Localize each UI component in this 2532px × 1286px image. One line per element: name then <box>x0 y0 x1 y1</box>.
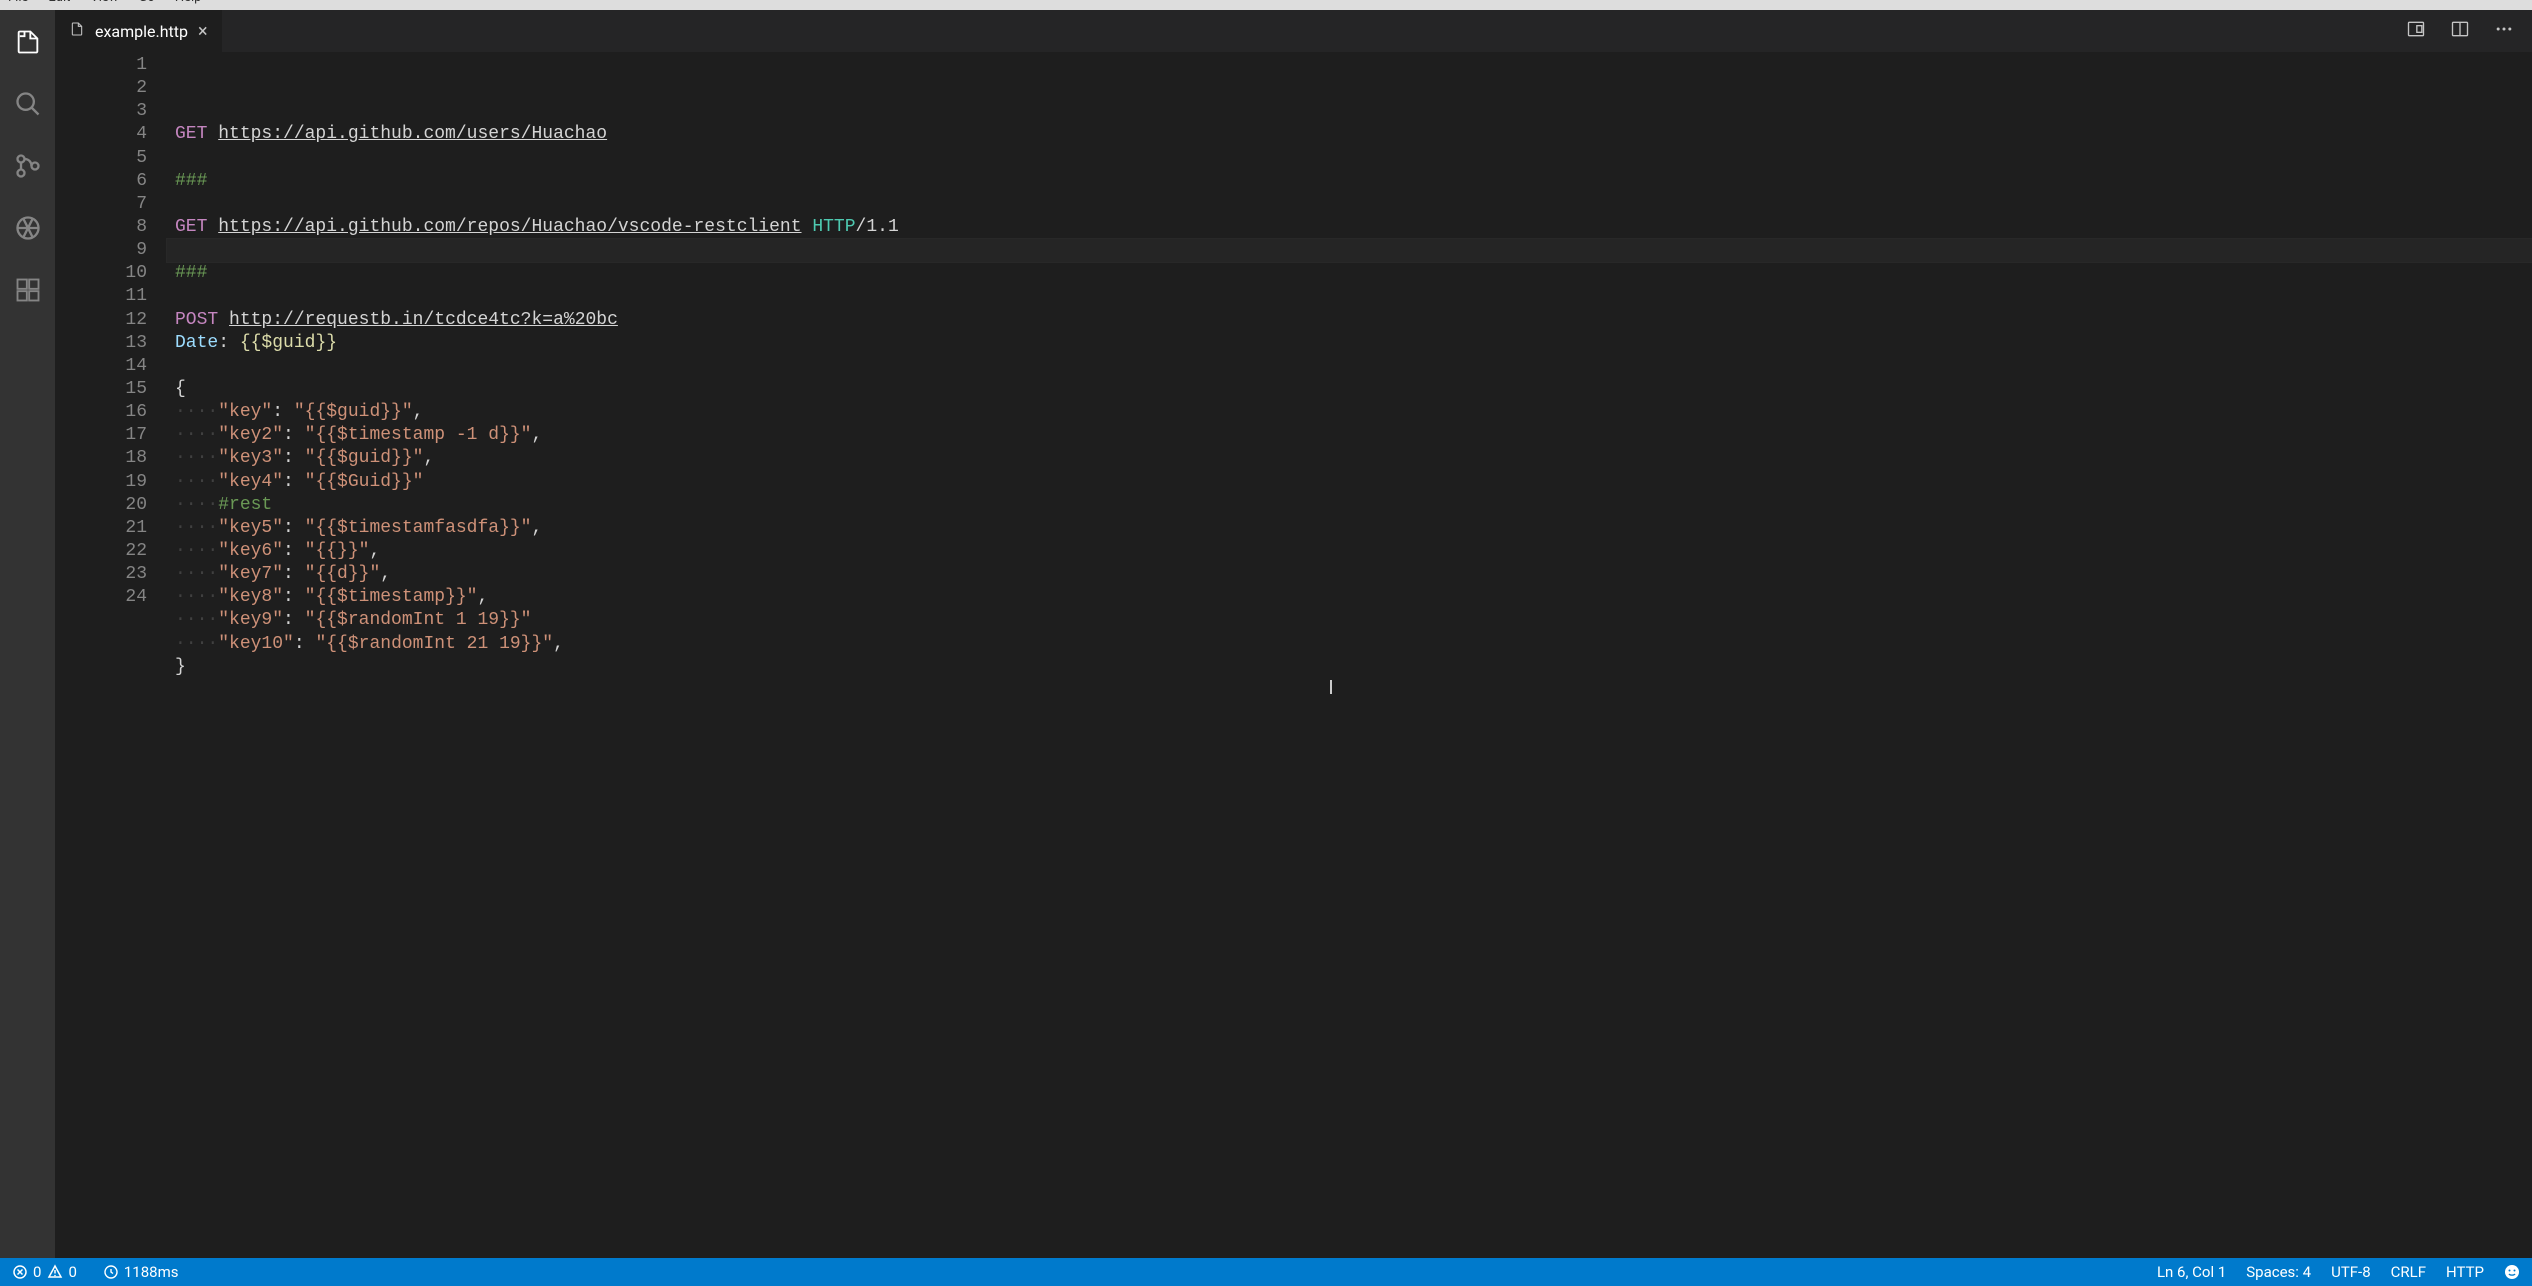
code-line[interactable]: ····"key5": "{{$timestamfasdfa}}", <box>175 517 2532 540</box>
status-language[interactable]: HTTP <box>2446 1263 2484 1281</box>
extensions-icon[interactable] <box>14 276 42 304</box>
line-number: 15 <box>55 378 147 401</box>
code-line[interactable]: GET https://api.github.com/repos/Huachao… <box>175 216 2532 239</box>
menu-edit[interactable]: Edit <box>48 0 70 5</box>
code-line[interactable]: Date: {{$guid}} <box>175 332 2532 355</box>
line-number: 7 <box>55 193 147 216</box>
line-number: 23 <box>55 563 147 586</box>
line-number: 18 <box>55 447 147 470</box>
code-line[interactable] <box>175 355 2532 378</box>
status-eol[interactable]: CRLF <box>2391 1263 2426 1281</box>
code-line[interactable]: { <box>175 378 2532 401</box>
status-warnings-count: 0 <box>68 1263 76 1281</box>
editor-area: example.http × 1234567891011121314151617… <box>55 10 2532 1258</box>
line-number: 22 <box>55 540 147 563</box>
split-editor-icon[interactable] <box>2450 19 2470 43</box>
line-number: 13 <box>55 332 147 355</box>
line-number: 21 <box>55 517 147 540</box>
code-line[interactable]: GET https://api.github.com/users/Huachao <box>175 123 2532 146</box>
line-number: 8 <box>55 216 147 239</box>
status-position[interactable]: Ln 6, Col 1 <box>2157 1263 2226 1281</box>
code-line[interactable] <box>175 193 2532 216</box>
tab-close-icon[interactable]: × <box>198 21 208 42</box>
code-line[interactable] <box>175 285 2532 308</box>
search-icon[interactable] <box>14 90 42 118</box>
line-number: 11 <box>55 285 147 308</box>
status-errors[interactable]: 0 <box>12 1263 41 1281</box>
line-number: 9 <box>55 239 147 262</box>
status-warnings[interactable]: 0 <box>47 1263 76 1281</box>
line-number: 16 <box>55 401 147 424</box>
code-line[interactable]: POST http://requestb.in/tcdce4tc?k=a%20b… <box>175 309 2532 332</box>
line-number: 6 <box>55 170 147 193</box>
menu-view[interactable]: View <box>90 0 118 5</box>
line-number: 1 <box>55 54 147 77</box>
activity-bar <box>0 10 55 1258</box>
preview-icon[interactable] <box>2406 19 2426 43</box>
line-number: 3 <box>55 100 147 123</box>
line-number: 10 <box>55 262 147 285</box>
line-number: 17 <box>55 424 147 447</box>
code-line[interactable]: ····"key6": "{{}}", <box>175 540 2532 563</box>
status-encoding[interactable]: UTF-8 <box>2331 1263 2371 1281</box>
explorer-icon[interactable] <box>14 28 42 56</box>
source-control-icon[interactable] <box>14 152 42 180</box>
code-line[interactable]: ····"key3": "{{$guid}}", <box>175 447 2532 470</box>
line-number: 2 <box>55 77 147 100</box>
code-line[interactable]: ····"key8": "{{$timestamp}}", <box>175 586 2532 609</box>
code-line[interactable]: } <box>175 656 2532 679</box>
code-line[interactable]: ····"key2": "{{$timestamp -1 d}}", <box>175 424 2532 447</box>
status-feedback-icon[interactable] <box>2504 1264 2520 1280</box>
more-icon[interactable] <box>2494 19 2514 43</box>
code-line[interactable]: ····"key10": "{{$randomInt 21 19}}", <box>175 633 2532 656</box>
file-icon <box>69 21 85 41</box>
code-line[interactable]: ### <box>175 262 2532 285</box>
gutter: 123456789101112131415161718192021222324 <box>55 54 175 1258</box>
line-number: 4 <box>55 123 147 146</box>
line-number: 20 <box>55 494 147 517</box>
code-line[interactable] <box>175 147 2532 170</box>
tab-actions <box>2406 19 2532 43</box>
code-line[interactable]: ····"key9": "{{$randomInt 1 19}}" <box>175 609 2532 632</box>
tab-bar: example.http × <box>55 10 2532 52</box>
code-line[interactable]: ····"key4": "{{$Guid}}" <box>175 471 2532 494</box>
code-line[interactable] <box>167 239 2532 262</box>
menu-file[interactable]: File <box>8 0 28 5</box>
menu-go[interactable]: Go <box>139 0 155 5</box>
line-number: 14 <box>55 355 147 378</box>
tab-example-http[interactable]: example.http × <box>55 10 222 52</box>
statusbar: 0 0 1188ms Ln 6, Col 1 Spaces: 4 UTF-8 C… <box>0 1258 2532 1286</box>
menubar: File Edit View Go Help <box>0 0 2532 10</box>
code-line[interactable]: ····#rest <box>175 494 2532 517</box>
tab-filename: example.http <box>95 22 188 41</box>
status-indent[interactable]: Spaces: 4 <box>2246 1263 2311 1281</box>
code-editor[interactable]: 123456789101112131415161718192021222324 … <box>55 52 2532 1258</box>
code-line[interactable]: ····"key7": "{{d}}", <box>175 563 2532 586</box>
code-line[interactable]: ····"key": "{{$guid}}", <box>175 401 2532 424</box>
status-time-value: 1188ms <box>124 1263 179 1281</box>
line-number: 19 <box>55 471 147 494</box>
line-number: 12 <box>55 309 147 332</box>
menu-help[interactable]: Help <box>175 0 202 5</box>
status-time[interactable]: 1188ms <box>103 1263 179 1281</box>
status-errors-count: 0 <box>33 1263 41 1281</box>
debug-icon[interactable] <box>14 214 42 242</box>
code-line[interactable]: ### <box>175 170 2532 193</box>
code-content[interactable]: GET https://api.github.com/users/Huachao… <box>175 54 2532 1258</box>
line-number: 24 <box>55 586 147 609</box>
text-cursor <box>1330 680 1332 694</box>
line-number: 5 <box>55 147 147 170</box>
